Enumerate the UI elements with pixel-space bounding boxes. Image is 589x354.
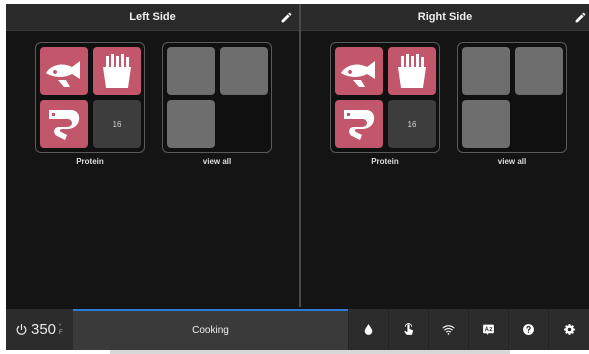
left-panel-header: Left Side (6, 4, 299, 31)
temperature-value: 350 (30, 321, 57, 338)
placeholder-tile (462, 100, 510, 148)
bottom-edge (110, 350, 510, 354)
fries-tile[interactable] (93, 47, 141, 95)
placeholder-tile (515, 47, 563, 95)
language-button[interactable] (468, 309, 508, 350)
touch-button[interactable] (388, 309, 428, 350)
view-all-label: view all (497, 157, 527, 166)
fish-tile[interactable] (40, 47, 88, 95)
wifi-button[interactable] (428, 309, 468, 350)
right-panel-title: Right Side (417, 11, 473, 23)
cooking-progress-bar (73, 309, 348, 311)
right-panel: Right Side 16 Protein view all (301, 4, 589, 307)
shrimp-tile[interactable] (335, 100, 383, 148)
shrimp-icon (344, 110, 375, 140)
fish-tile[interactable] (335, 47, 383, 95)
help-icon (523, 324, 534, 335)
language-icon (483, 324, 494, 335)
wifi-icon (442, 325, 455, 335)
more-items-count: 16 (407, 119, 417, 129)
shrimp-tile[interactable] (40, 100, 88, 148)
protein-group[interactable]: 16 (330, 42, 440, 153)
view-all-group[interactable] (162, 42, 272, 153)
left-panel-title: Left Side (129, 11, 176, 23)
protein-group-label: Protein (371, 157, 399, 166)
more-items-count: 16 (112, 119, 122, 129)
more-items-tile[interactable]: 16 (388, 100, 436, 148)
temperature-button[interactable]: 350 °F (6, 309, 73, 350)
placeholder-tile (167, 100, 215, 148)
touch-icon (404, 323, 413, 335)
edit-icon[interactable] (574, 11, 587, 24)
right-panel-header: Right Side (301, 4, 589, 31)
fries-icon (103, 54, 131, 88)
protein-group[interactable]: 16 (35, 42, 145, 153)
cooking-status[interactable]: Cooking (73, 311, 348, 350)
placeholder-tile (220, 47, 268, 95)
more-items-tile[interactable]: 16 (93, 100, 141, 148)
temperature-unit: °F (59, 323, 63, 336)
fries-icon (398, 54, 426, 88)
settings-button[interactable] (548, 309, 589, 350)
power-icon (16, 324, 27, 335)
fries-tile[interactable] (388, 47, 436, 95)
placeholder-tile (462, 47, 510, 95)
view-all-group[interactable] (457, 42, 567, 153)
help-button[interactable] (508, 309, 548, 350)
protein-group-label: Protein (76, 157, 104, 166)
fish-icon (341, 61, 375, 87)
shrimp-icon (49, 110, 80, 140)
app-screen: Left Side 16 Protein view all Right Side… (6, 4, 589, 350)
left-panel: Left Side 16 Protein view all (6, 4, 299, 307)
view-all-label: view all (202, 157, 232, 166)
settings-icon (563, 324, 575, 335)
water-button[interactable] (348, 309, 388, 350)
edit-icon[interactable] (280, 11, 293, 24)
water-drop-icon (364, 324, 373, 335)
placeholder-tile (167, 47, 215, 95)
fish-icon (46, 61, 80, 87)
